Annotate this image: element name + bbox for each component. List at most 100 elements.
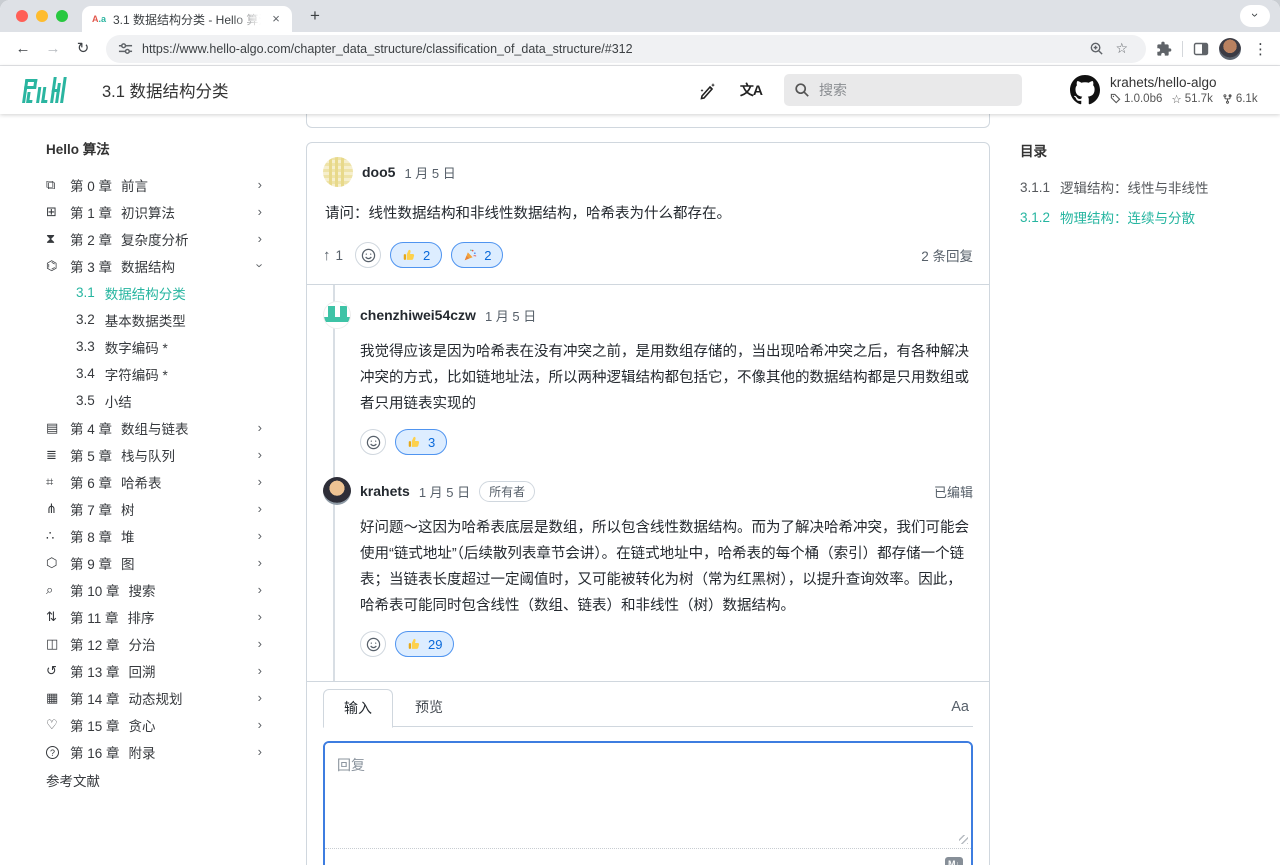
browser-toolbar: ← → ↻ https://www.hello-algo.com/chapter… — [0, 32, 1280, 66]
chevron-right-icon[interactable]: › — [258, 204, 262, 219]
tab-write[interactable]: 输入 — [323, 689, 393, 728]
previous-comment-cutoff — [306, 114, 990, 128]
toc-item-3-1-2[interactable]: 3.1.2 物理结构：连续与分散 — [1020, 202, 1270, 232]
browser-tab[interactable]: A.a 3.1 数据结构分类 - Hello 算法 × — [82, 6, 292, 32]
reply-date[interactable]: 1 月 5 日 — [419, 482, 470, 501]
search-input[interactable] — [819, 82, 969, 98]
chevron-right-icon[interactable]: › — [258, 231, 262, 246]
sidebar-item-ch3[interactable]: ⌬ 第 3 章 数据结构 › — [46, 252, 290, 279]
sidebar-item-ch16[interactable]: ? 第 16 章 附录 › — [46, 738, 290, 765]
reply-date[interactable]: 1 月 5 日 — [485, 306, 536, 325]
graph-icon: ⬡ — [46, 555, 70, 571]
avatar[interactable] — [323, 477, 351, 505]
sidebar-item-ch13[interactable]: ↺ 第 13 章 回溯 › — [46, 657, 290, 684]
reply-author[interactable]: chenzhiwei54czw — [360, 307, 476, 323]
reload-button[interactable]: ↻ — [70, 36, 96, 62]
reaction-party-popper[interactable]: 2 — [451, 242, 503, 268]
chevron-right-icon[interactable]: › — [258, 690, 262, 705]
book-icon: ⧉ — [46, 177, 70, 193]
sidebar-item-3-4[interactable]: 3.4 字符编码 * — [46, 360, 290, 387]
language-switch-icon[interactable]: 文A — [740, 80, 762, 100]
reply-body: 我觉得应该是因为哈希表在没有冲突之前，是用数组存储的，当出现哈希冲突之后，有各种… — [360, 339, 973, 417]
sidebar-item-ch8[interactable]: ∴ 第 8 章 堆 › — [46, 522, 290, 549]
upvote-button[interactable]: ↑ 1 — [323, 247, 343, 264]
chevron-right-icon[interactable]: › — [258, 447, 262, 462]
browser-window: A.a 3.1 数据结构分类 - Hello 算法 × + › ← → ↻ ht… — [0, 0, 1280, 865]
add-reaction-button[interactable] — [355, 242, 381, 268]
chevron-right-icon[interactable]: › — [258, 636, 262, 651]
reaction-thumbs-up[interactable]: 3 — [395, 429, 447, 455]
minimize-window-button[interactable] — [36, 10, 48, 22]
sidebar-item-ch14[interactable]: ▦ 第 14 章 动态规划 › — [46, 684, 290, 711]
reaction-thumbs-up[interactable]: 29 — [395, 631, 454, 657]
avatar[interactable] — [323, 301, 351, 329]
sidebar-item-ch15[interactable]: ♡ 第 15 章 贪心 › — [46, 711, 290, 738]
greedy-icon: ♡ — [46, 717, 70, 733]
sidebar-item-references[interactable]: 参考文献 — [46, 766, 290, 793]
sidebar-item-ch5[interactable]: ≣ 第 5 章 栈与队列 › — [46, 441, 290, 468]
heap-icon: ∴ — [46, 528, 70, 544]
chevron-down-icon[interactable]: › — [258, 258, 262, 273]
sidebar-item-ch10[interactable]: ⌕ 第 10 章 搜索 › — [46, 576, 290, 603]
chevron-right-icon[interactable]: › — [258, 609, 262, 624]
sidebar-item-3-2[interactable]: 3.2 基本数据类型 — [46, 306, 290, 333]
sidebar-item-ch11[interactable]: ⇅ 第 11 章 排序 › — [46, 603, 290, 630]
forward-button[interactable]: → — [40, 36, 66, 62]
chevron-right-icon[interactable]: › — [258, 177, 262, 192]
tab-preview[interactable]: 预览 — [393, 697, 465, 717]
add-reaction-button[interactable] — [360, 429, 386, 455]
avatar[interactable] — [323, 157, 353, 187]
side-panel-icon[interactable] — [1193, 41, 1209, 57]
chevron-right-icon[interactable]: › — [258, 717, 262, 732]
address-bar[interactable]: https://www.hello-algo.com/chapter_data_… — [106, 35, 1146, 63]
new-tab-button[interactable]: + — [302, 3, 328, 29]
sidebar-item-ch0[interactable]: ⧉ 第 0 章 前言 › — [46, 171, 290, 198]
profile-avatar[interactable] — [1219, 38, 1241, 60]
sidebar-item-3-3[interactable]: 3.3 数字编码 * — [46, 333, 290, 360]
tab-title: 3.1 数据结构分类 - Hello 算法 — [113, 11, 261, 28]
tab-strip: A.a 3.1 数据结构分类 - Hello 算法 × + › — [0, 0, 1280, 32]
sidebar-item-3-1[interactable]: 3.1 数据结构分类 — [46, 279, 290, 306]
tab-close-icon[interactable]: × — [268, 11, 284, 27]
maximize-window-button[interactable] — [56, 10, 68, 22]
sidebar-item-ch1[interactable]: ⊞ 第 1 章 初识算法 › — [46, 198, 290, 225]
search-box[interactable] — [784, 74, 1022, 106]
comment-date[interactable]: 1 月 5 日 — [404, 163, 455, 182]
chevron-right-icon[interactable]: › — [258, 474, 262, 489]
site-settings-icon[interactable] — [118, 41, 134, 57]
bookmark-star-icon[interactable]: ☆ — [1115, 40, 1128, 57]
chevron-right-icon[interactable]: › — [258, 528, 262, 543]
browser-menu-icon[interactable]: ⋮ — [1251, 40, 1270, 58]
divide-conquer-icon: ◫ — [46, 636, 70, 652]
hello-algo-logo[interactable] — [22, 75, 68, 105]
resize-handle-icon[interactable] — [325, 839, 971, 848]
chevron-right-icon[interactable]: › — [258, 744, 262, 759]
chevron-right-icon[interactable]: › — [258, 420, 262, 435]
back-button[interactable]: ← — [10, 36, 36, 62]
zoom-level-icon[interactable] — [1089, 41, 1105, 57]
close-window-button[interactable] — [16, 10, 28, 22]
theme-toggle-icon[interactable] — [698, 80, 718, 100]
chevron-right-icon[interactable]: › — [258, 501, 262, 516]
reaction-thumbs-up[interactable]: 2 — [390, 242, 442, 268]
chevron-right-icon[interactable]: › — [258, 582, 262, 597]
reply-textarea[interactable] — [325, 743, 971, 839]
reply-author[interactable]: krahets — [360, 483, 410, 499]
add-reaction-button[interactable] — [360, 631, 386, 657]
tab-search-button[interactable]: › — [1240, 5, 1270, 27]
sidebar-item-ch6[interactable]: ⌗ 第 6 章 哈希表 › — [46, 468, 290, 495]
extensions-puzzle-icon[interactable] — [1156, 41, 1172, 57]
github-repo-link[interactable]: krahets/hello-algo 1.0.0b6 ☆51.7k 6.1k — [1070, 75, 1258, 106]
sidebar-item-ch4[interactable]: ▤ 第 4 章 数组与链表 › — [46, 414, 290, 441]
sidebar-item-ch12[interactable]: ◫ 第 12 章 分治 › — [46, 630, 290, 657]
chevron-right-icon[interactable]: › — [258, 555, 262, 570]
toc-item-3-1-1[interactable]: 3.1.1 逻辑结构：线性与非线性 — [1020, 172, 1270, 202]
sidebar-item-ch9[interactable]: ⬡ 第 9 章 图 › — [46, 549, 290, 576]
reply-chenzhiwei: chenzhiwei54czw 1 月 5 日 我觉得应该是因为哈希表在没有冲突… — [323, 301, 973, 455]
comment-author[interactable]: doo5 — [362, 164, 395, 180]
sidebar-item-3-5[interactable]: 3.5 小结 — [46, 387, 290, 414]
sidebar-item-ch7[interactable]: ⋔ 第 7 章 树 › — [46, 495, 290, 522]
repo-forks: 6.1k — [1222, 93, 1258, 105]
sidebar-item-ch2[interactable]: ⧗ 第 2 章 复杂度分析 › — [46, 225, 290, 252]
chevron-right-icon[interactable]: › — [258, 663, 262, 678]
